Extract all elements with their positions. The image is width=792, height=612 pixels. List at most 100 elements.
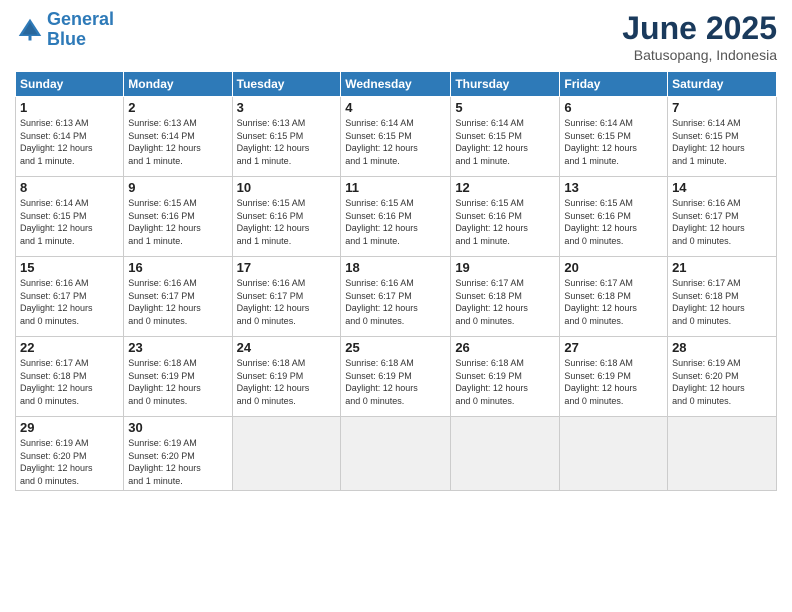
- day-cell-15: 15 Sunrise: 6:16 AMSunset: 6:17 PMDaylig…: [16, 257, 124, 337]
- day-cell-20: 20 Sunrise: 6:17 AMSunset: 6:18 PMDaylig…: [560, 257, 668, 337]
- day-info-8: Sunrise: 6:14 AMSunset: 6:15 PMDaylight:…: [20, 197, 119, 247]
- day-cell-empty-3: [451, 417, 560, 491]
- day-cell-2: 2 Sunrise: 6:13 AMSunset: 6:14 PMDayligh…: [124, 97, 232, 177]
- day-cell-4: 4 Sunrise: 6:14 AMSunset: 6:15 PMDayligh…: [341, 97, 451, 177]
- day-cell-19: 19 Sunrise: 6:17 AMSunset: 6:18 PMDaylig…: [451, 257, 560, 337]
- day-info-15: Sunrise: 6:16 AMSunset: 6:17 PMDaylight:…: [20, 277, 119, 327]
- logo-general: General: [47, 9, 114, 29]
- day-num-22: 22: [20, 340, 119, 355]
- day-info-9: Sunrise: 6:15 AMSunset: 6:16 PMDaylight:…: [128, 197, 227, 247]
- day-cell-5: 5 Sunrise: 6:14 AMSunset: 6:15 PMDayligh…: [451, 97, 560, 177]
- day-cell-29: 29 Sunrise: 6:19 AMSunset: 6:20 PMDaylig…: [16, 417, 124, 491]
- day-num-2: 2: [128, 100, 227, 115]
- day-info-19: Sunrise: 6:17 AMSunset: 6:18 PMDaylight:…: [455, 277, 555, 327]
- weekday-header-row: Sunday Monday Tuesday Wednesday Thursday…: [16, 72, 777, 97]
- day-cell-empty-2: [341, 417, 451, 491]
- day-num-24: 24: [237, 340, 337, 355]
- day-num-9: 9: [128, 180, 227, 195]
- day-num-1: 1: [20, 100, 119, 115]
- day-cell-13: 13 Sunrise: 6:15 AMSunset: 6:16 PMDaylig…: [560, 177, 668, 257]
- day-num-11: 11: [345, 180, 446, 195]
- day-num-18: 18: [345, 260, 446, 275]
- day-num-16: 16: [128, 260, 227, 275]
- location: Batusopang, Indonesia: [622, 47, 777, 63]
- day-cell-23: 23 Sunrise: 6:18 AMSunset: 6:19 PMDaylig…: [124, 337, 232, 417]
- day-info-20: Sunrise: 6:17 AMSunset: 6:18 PMDaylight:…: [564, 277, 663, 327]
- day-cell-12: 12 Sunrise: 6:15 AMSunset: 6:16 PMDaylig…: [451, 177, 560, 257]
- day-info-6: Sunrise: 6:14 AMSunset: 6:15 PMDaylight:…: [564, 117, 663, 167]
- day-cell-28: 28 Sunrise: 6:19 AMSunset: 6:20 PMDaylig…: [668, 337, 777, 417]
- day-cell-10: 10 Sunrise: 6:15 AMSunset: 6:16 PMDaylig…: [232, 177, 341, 257]
- day-num-12: 12: [455, 180, 555, 195]
- day-num-20: 20: [564, 260, 663, 275]
- day-info-28: Sunrise: 6:19 AMSunset: 6:20 PMDaylight:…: [672, 357, 772, 407]
- day-num-30: 30: [128, 420, 227, 435]
- day-info-14: Sunrise: 6:16 AMSunset: 6:17 PMDaylight:…: [672, 197, 772, 247]
- day-info-11: Sunrise: 6:15 AMSunset: 6:16 PMDaylight:…: [345, 197, 446, 247]
- page: General Blue June 2025 Batusopang, Indon…: [0, 0, 792, 612]
- day-info-3: Sunrise: 6:13 AMSunset: 6:15 PMDaylight:…: [237, 117, 337, 167]
- day-info-29: Sunrise: 6:19 AMSunset: 6:20 PMDaylight:…: [20, 437, 119, 487]
- day-num-6: 6: [564, 100, 663, 115]
- month-year: June 2025: [622, 10, 777, 47]
- day-num-29: 29: [20, 420, 119, 435]
- day-num-14: 14: [672, 180, 772, 195]
- day-info-13: Sunrise: 6:15 AMSunset: 6:16 PMDaylight:…: [564, 197, 663, 247]
- day-cell-empty-1: [232, 417, 341, 491]
- day-info-10: Sunrise: 6:15 AMSunset: 6:16 PMDaylight:…: [237, 197, 337, 247]
- day-info-17: Sunrise: 6:16 AMSunset: 6:17 PMDaylight:…: [237, 277, 337, 327]
- logo-text: General Blue: [47, 10, 114, 50]
- day-info-1: Sunrise: 6:13 AMSunset: 6:14 PMDaylight:…: [20, 117, 119, 167]
- header: General Blue June 2025 Batusopang, Indon…: [15, 10, 777, 63]
- logo-blue: Blue: [47, 29, 86, 49]
- week-row-4: 22 Sunrise: 6:17 AMSunset: 6:18 PMDaylig…: [16, 337, 777, 417]
- day-num-19: 19: [455, 260, 555, 275]
- day-info-22: Sunrise: 6:17 AMSunset: 6:18 PMDaylight:…: [20, 357, 119, 407]
- day-num-25: 25: [345, 340, 446, 355]
- day-info-4: Sunrise: 6:14 AMSunset: 6:15 PMDaylight:…: [345, 117, 446, 167]
- day-num-23: 23: [128, 340, 227, 355]
- day-num-10: 10: [237, 180, 337, 195]
- day-info-27: Sunrise: 6:18 AMSunset: 6:19 PMDaylight:…: [564, 357, 663, 407]
- day-cell-6: 6 Sunrise: 6:14 AMSunset: 6:15 PMDayligh…: [560, 97, 668, 177]
- header-monday: Monday: [124, 72, 232, 97]
- day-cell-16: 16 Sunrise: 6:16 AMSunset: 6:17 PMDaylig…: [124, 257, 232, 337]
- day-cell-24: 24 Sunrise: 6:18 AMSunset: 6:19 PMDaylig…: [232, 337, 341, 417]
- header-tuesday: Tuesday: [232, 72, 341, 97]
- day-num-4: 4: [345, 100, 446, 115]
- day-info-2: Sunrise: 6:13 AMSunset: 6:14 PMDaylight:…: [128, 117, 227, 167]
- day-num-15: 15: [20, 260, 119, 275]
- day-num-28: 28: [672, 340, 772, 355]
- header-sunday: Sunday: [16, 72, 124, 97]
- day-info-12: Sunrise: 6:15 AMSunset: 6:16 PMDaylight:…: [455, 197, 555, 247]
- day-cell-18: 18 Sunrise: 6:16 AMSunset: 6:17 PMDaylig…: [341, 257, 451, 337]
- day-num-3: 3: [237, 100, 337, 115]
- day-cell-30: 30 Sunrise: 6:19 AMSunset: 6:20 PMDaylig…: [124, 417, 232, 491]
- day-info-30: Sunrise: 6:19 AMSunset: 6:20 PMDaylight:…: [128, 437, 227, 487]
- day-cell-9: 9 Sunrise: 6:15 AMSunset: 6:16 PMDayligh…: [124, 177, 232, 257]
- day-cell-empty-4: [560, 417, 668, 491]
- logo: General Blue: [15, 10, 114, 50]
- header-friday: Friday: [560, 72, 668, 97]
- day-info-18: Sunrise: 6:16 AMSunset: 6:17 PMDaylight:…: [345, 277, 446, 327]
- day-num-7: 7: [672, 100, 772, 115]
- day-cell-21: 21 Sunrise: 6:17 AMSunset: 6:18 PMDaylig…: [668, 257, 777, 337]
- day-info-26: Sunrise: 6:18 AMSunset: 6:19 PMDaylight:…: [455, 357, 555, 407]
- calendar-table: Sunday Monday Tuesday Wednesday Thursday…: [15, 71, 777, 491]
- day-info-7: Sunrise: 6:14 AMSunset: 6:15 PMDaylight:…: [672, 117, 772, 167]
- day-cell-1: 1 Sunrise: 6:13 AMSunset: 6:14 PMDayligh…: [16, 97, 124, 177]
- day-cell-11: 11 Sunrise: 6:15 AMSunset: 6:16 PMDaylig…: [341, 177, 451, 257]
- day-cell-8: 8 Sunrise: 6:14 AMSunset: 6:15 PMDayligh…: [16, 177, 124, 257]
- day-info-16: Sunrise: 6:16 AMSunset: 6:17 PMDaylight:…: [128, 277, 227, 327]
- day-num-27: 27: [564, 340, 663, 355]
- day-info-25: Sunrise: 6:18 AMSunset: 6:19 PMDaylight:…: [345, 357, 446, 407]
- week-row-2: 8 Sunrise: 6:14 AMSunset: 6:15 PMDayligh…: [16, 177, 777, 257]
- day-cell-empty-5: [668, 417, 777, 491]
- day-cell-14: 14 Sunrise: 6:16 AMSunset: 6:17 PMDaylig…: [668, 177, 777, 257]
- day-info-23: Sunrise: 6:18 AMSunset: 6:19 PMDaylight:…: [128, 357, 227, 407]
- day-cell-17: 17 Sunrise: 6:16 AMSunset: 6:17 PMDaylig…: [232, 257, 341, 337]
- day-cell-27: 27 Sunrise: 6:18 AMSunset: 6:19 PMDaylig…: [560, 337, 668, 417]
- day-num-26: 26: [455, 340, 555, 355]
- day-num-17: 17: [237, 260, 337, 275]
- day-info-5: Sunrise: 6:14 AMSunset: 6:15 PMDaylight:…: [455, 117, 555, 167]
